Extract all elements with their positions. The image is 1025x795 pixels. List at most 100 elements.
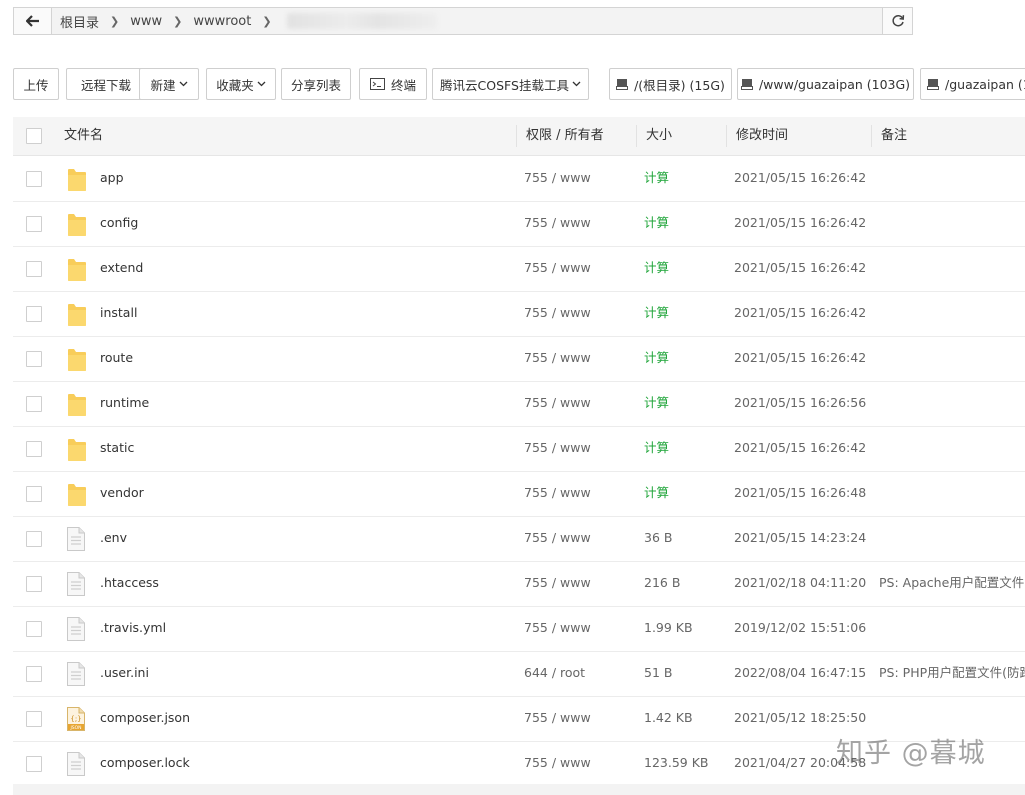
file-name[interactable]: route	[100, 336, 133, 380]
file-permission[interactable]: 755 / www	[524, 291, 591, 335]
file-name[interactable]: .travis.yml	[100, 606, 166, 650]
file-size[interactable]: 计算	[644, 291, 669, 335]
file-size[interactable]: 计算	[644, 246, 669, 290]
file-permission[interactable]: 755 / www	[524, 606, 591, 650]
file-permission[interactable]: 755 / www	[524, 381, 591, 425]
file-note[interactable]: PS: Apache用户配置文件(伪	[879, 561, 1025, 605]
header-size[interactable]: 大小	[646, 117, 672, 155]
column-divider	[871, 125, 872, 147]
file-permission[interactable]: 755 / www	[524, 156, 591, 200]
file-note	[879, 156, 1025, 200]
file-name[interactable]: app	[100, 156, 124, 200]
file-name[interactable]: composer.json	[100, 696, 190, 740]
back-button[interactable]	[14, 8, 52, 34]
file-name[interactable]: .user.ini	[100, 651, 149, 695]
file-permission[interactable]: 755 / www	[524, 516, 591, 560]
table-row[interactable]: runtime 755 / www 计算 2021/05/15 16:26:56	[13, 381, 1025, 427]
table-row[interactable]: .htaccess 755 / www 216 B 2021/02/18 04:11:…	[13, 561, 1025, 607]
file-name[interactable]: install	[100, 291, 137, 335]
table-row[interactable]: static 755 / www 计算 2021/05/15 16:26:42	[13, 426, 1025, 472]
table-row[interactable]: .env 755 / www 36 B 2021/05/15 14:23:24	[13, 516, 1025, 562]
file-name[interactable]: extend	[100, 246, 143, 290]
breadcrumb-wwwroot[interactable]: wwwroot	[191, 14, 253, 29]
file-size[interactable]: 计算	[644, 156, 669, 200]
file-permission[interactable]: 755 / www	[524, 741, 591, 785]
file-name[interactable]: composer.lock	[100, 741, 190, 785]
row-checkbox[interactable]	[26, 216, 42, 232]
row-checkbox[interactable]	[26, 666, 42, 682]
file-name[interactable]: static	[100, 426, 134, 470]
file-name[interactable]: .htaccess	[100, 561, 159, 605]
file-size: 216 B	[644, 575, 681, 590]
favorites-dropdown-button[interactable]: 收藏夹	[206, 68, 276, 100]
header-note[interactable]: 备注	[881, 117, 907, 155]
table-row[interactable]: route 755 / www 计算 2021/05/15 16:26:42	[13, 336, 1025, 382]
file-size[interactable]: 计算	[644, 336, 669, 380]
file-name[interactable]: vendor	[100, 471, 144, 515]
row-checkbox[interactable]	[26, 261, 42, 277]
file-permission[interactable]: 755 / www	[524, 471, 591, 515]
file-name[interactable]: config	[100, 201, 138, 245]
remote-download-button[interactable]: 远程下载	[66, 68, 146, 100]
row-checkbox[interactable]	[26, 576, 42, 592]
select-all-checkbox[interactable]	[26, 128, 42, 144]
file-permission[interactable]: 755 / www	[524, 201, 591, 245]
file-size[interactable]: 计算	[644, 381, 669, 425]
table-row[interactable]: .user.ini 644 / root 51 B 2022/08/04 16:47:…	[13, 651, 1025, 697]
new-dropdown-button[interactable]: 新建	[139, 68, 199, 100]
file-size: 1.42 KB	[644, 710, 693, 725]
chevron-right-icon: ❯	[110, 14, 120, 28]
row-checkbox[interactable]	[26, 396, 42, 412]
file-size[interactable]: 计算	[644, 471, 669, 515]
file-permission[interactable]: 755 / www	[524, 561, 591, 605]
disk-guazaipan-button[interactable]: /guazaipan (1	[920, 68, 1025, 100]
file-name[interactable]: runtime	[100, 381, 149, 425]
header-mtime[interactable]: 修改时间	[736, 117, 788, 155]
file-permission[interactable]: 755 / www	[524, 246, 591, 290]
file-permission[interactable]: 755 / www	[524, 336, 591, 380]
table-row[interactable]: app 755 / www 计算 2021/05/15 16:26:42	[13, 156, 1025, 202]
file-note	[879, 606, 1025, 650]
refresh-button[interactable]	[882, 8, 912, 34]
row-checkbox[interactable]	[26, 711, 42, 727]
table-row[interactable]: vendor 755 / www 计算 2021/05/15 16:26:48	[13, 471, 1025, 517]
row-checkbox[interactable]	[26, 306, 42, 322]
breadcrumb-root[interactable]: 根目录	[58, 12, 101, 31]
file-permission[interactable]: 644 / root	[524, 651, 585, 695]
cosfs-dropdown-button[interactable]: 腾讯云COSFS挂载工具	[432, 68, 589, 100]
share-list-button[interactable]: 分享列表	[281, 68, 351, 100]
header-filename[interactable]: 文件名	[64, 117, 103, 155]
table-row[interactable]: config 755 / www 计算 2021/05/15 16:26:42	[13, 201, 1025, 247]
row-checkbox[interactable]	[26, 441, 42, 457]
row-checkbox[interactable]	[26, 531, 42, 547]
terminal-label: 终端	[390, 77, 416, 93]
table-row[interactable]: .travis.yml 755 / www 1.99 KB 2019/12/02 15…	[13, 606, 1025, 652]
terminal-button[interactable]: 终端	[359, 68, 427, 100]
cosfs-label: 腾讯云COSFS挂载工具	[440, 77, 569, 93]
folder-icon	[66, 211, 88, 240]
disk-www-guazaipan-button[interactable]: /www/guazaipan (103G)	[737, 68, 914, 100]
file-mtime: 2021/02/18 04:11:20	[734, 575, 867, 590]
file-mtime: 2021/05/15 16:26:42	[734, 260, 867, 275]
row-checkbox[interactable]	[26, 351, 42, 367]
file-note	[879, 291, 1025, 335]
row-checkbox[interactable]	[26, 756, 42, 772]
header-permission[interactable]: 权限 / 所有者	[526, 117, 604, 155]
row-checkbox[interactable]	[26, 171, 42, 187]
file-size[interactable]: 计算	[644, 426, 669, 470]
row-checkbox[interactable]	[26, 486, 42, 502]
file-size[interactable]: 计算	[644, 201, 669, 245]
disk-icon	[616, 78, 629, 90]
file-permission[interactable]: 755 / www	[524, 696, 591, 740]
table-row[interactable]: extend 755 / www 计算 2021/05/15 16:26:42	[13, 246, 1025, 292]
file-permission[interactable]: 755 / www	[524, 426, 591, 470]
file-name[interactable]: .env	[100, 516, 127, 560]
breadcrumb-www[interactable]: www	[128, 14, 164, 29]
row-checkbox[interactable]	[26, 621, 42, 637]
file-note[interactable]: PS: PHP用户配置文件(防跨	[879, 651, 1025, 695]
upload-button[interactable]: 上传	[13, 68, 59, 100]
table-row[interactable]: install 755 / www 计算 2021/05/15 16:26:42	[13, 291, 1025, 337]
disk-root-button[interactable]: /(根目录) (15G)	[609, 68, 732, 100]
terminal-icon	[369, 78, 385, 90]
file-mtime: 2021/05/15 14:23:24	[734, 530, 867, 545]
